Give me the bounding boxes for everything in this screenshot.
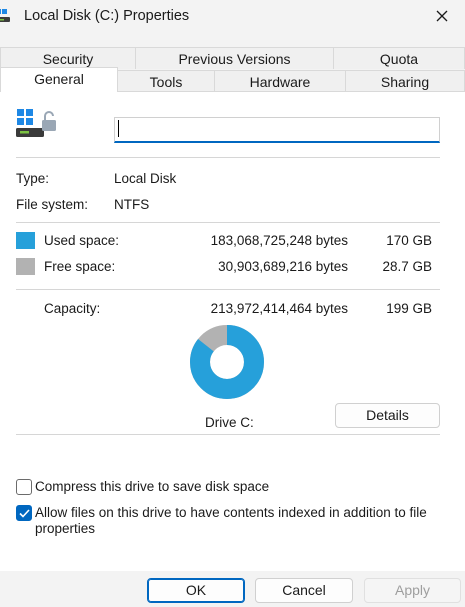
index-checkbox[interactable] xyxy=(16,505,32,521)
free-space-swatch xyxy=(16,258,35,275)
close-button[interactable] xyxy=(419,0,465,32)
window-title: Local Disk (C:) Properties xyxy=(24,8,190,24)
type-value: Local Disk xyxy=(114,171,177,186)
file-system-label: File system: xyxy=(16,197,89,212)
free-space-label: Free space: xyxy=(44,259,116,274)
tab-tools[interactable]: Tools xyxy=(117,70,215,92)
drive-icon xyxy=(0,8,16,27)
tab-security[interactable]: Security xyxy=(0,47,136,69)
drive-letter-label: Drive C: xyxy=(205,415,254,430)
separator-capacity xyxy=(16,289,440,290)
checkmark-icon xyxy=(18,508,30,518)
type-label: Type: xyxy=(16,171,50,186)
used-space-size: 170 GB xyxy=(386,233,432,248)
tab-previous-versions[interactable]: Previous Versions xyxy=(135,47,334,69)
capacity-label: Capacity: xyxy=(44,301,101,316)
index-label: Allow files on this drive to have conten… xyxy=(35,505,427,536)
usage-donut-chart xyxy=(190,325,264,399)
drive-name-input[interactable] xyxy=(114,117,440,143)
details-button[interactable]: Details xyxy=(335,403,440,428)
used-space-bytes: 183,068,725,248 bytes xyxy=(210,233,348,248)
separator-top xyxy=(16,157,440,158)
compress-label: Compress this drive to save disk space xyxy=(35,479,270,494)
tab-hardware[interactable]: Hardware xyxy=(214,70,346,92)
tab-quota[interactable]: Quota xyxy=(333,47,465,69)
free-space-bytes: 30,903,689,216 bytes xyxy=(218,259,348,274)
cancel-button[interactable]: Cancel xyxy=(255,578,353,603)
drive-large-icon xyxy=(16,107,60,142)
tab-general[interactable]: General xyxy=(0,67,118,92)
separator-bottom xyxy=(16,434,440,435)
free-space-size: 28.7 GB xyxy=(382,259,432,274)
separator-middle xyxy=(16,222,440,223)
compress-checkbox[interactable] xyxy=(16,479,32,495)
file-system-value: NTFS xyxy=(114,197,150,212)
capacity-size: 199 GB xyxy=(386,301,432,316)
capacity-bytes: 213,972,414,464 bytes xyxy=(210,301,348,316)
close-icon xyxy=(436,10,448,22)
used-space-swatch xyxy=(16,232,35,249)
title-bar: Local Disk (C:) Properties xyxy=(0,0,465,32)
used-space-label: Used space: xyxy=(44,233,120,248)
apply-button[interactable]: Apply xyxy=(364,578,461,603)
ok-button[interactable]: OK xyxy=(147,578,245,603)
tab-sharing[interactable]: Sharing xyxy=(345,70,465,92)
text-caret xyxy=(118,120,119,137)
